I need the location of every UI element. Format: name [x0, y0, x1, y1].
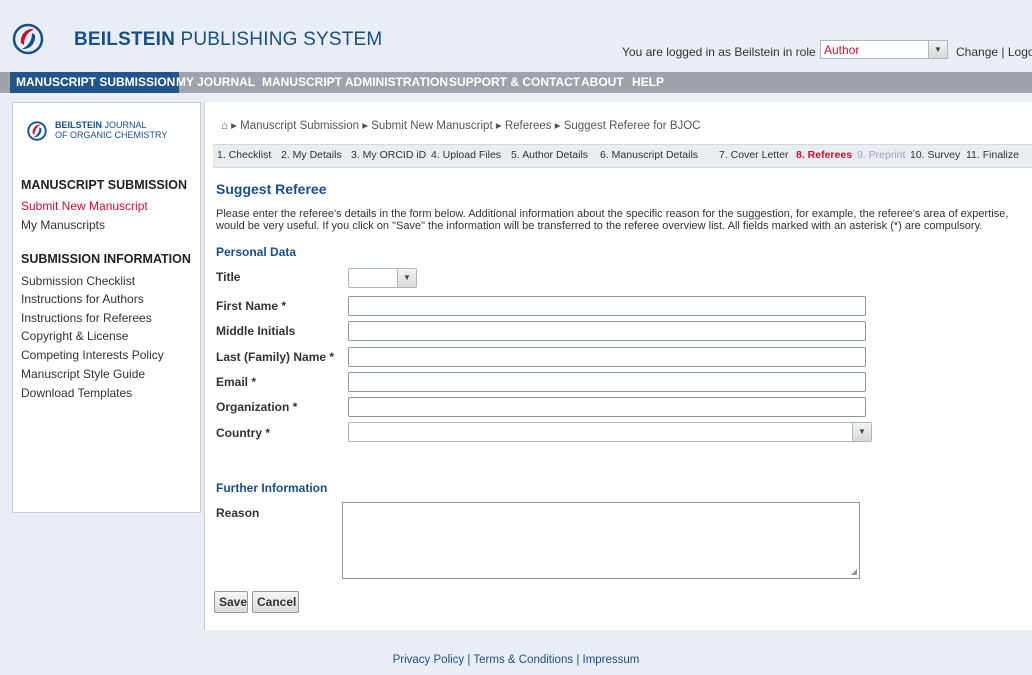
brand-rest: PUBLISHING SYSTEM [175, 29, 383, 50]
cancel-button[interactable]: Cancel [252, 591, 299, 613]
country-select[interactable]: ▼ [348, 422, 872, 442]
reason-label: Reason [216, 506, 260, 520]
login-status: You are logged in as Beilstein in role [622, 45, 816, 59]
breadcrumb-sep: ▸ [495, 120, 502, 132]
nav-support-contact[interactable]: SUPPORT & CONTACT [449, 72, 580, 93]
journal-bold: BEILSTEIN [55, 120, 103, 130]
breadcrumb: ⌂ ▸ Manuscript Submission ▸ Submit New M… [221, 118, 701, 132]
breadcrumb-current: Suggest Referee for BJOC [563, 120, 701, 132]
sidebar-item-competing-interests[interactable]: Competing Interests Policy [21, 348, 164, 362]
step-manuscript-details[interactable]: 6. Manuscript Details [600, 149, 698, 161]
sidebar: BEILSTEIN JOURNAL OF ORGANIC CHEMISTRY M… [12, 102, 201, 513]
sidebar-item-download-templates[interactable]: Download Templates [21, 386, 132, 400]
step-upload-files[interactable]: 4. Upload Files [431, 149, 501, 161]
header: BEILSTEIN PUBLISHING SYSTEM You are logg… [0, 0, 1032, 72]
journal-logo-icon [27, 121, 47, 141]
top-nav: MANUSCRIPT SUBMISSION MY JOURNAL MANUSCR… [0, 72, 1032, 93]
middle-initials-label: Middle Initials [216, 324, 296, 338]
role-select[interactable]: Author ▼ [820, 40, 948, 59]
step-navigation: 1. Checklist 2. My Details 3. My ORCID i… [213, 144, 1032, 168]
chevron-down-icon[interactable]: ▼ [397, 269, 416, 287]
main-content: ⌂ ▸ Manuscript Submission ▸ Submit New M… [204, 102, 1032, 630]
further-information-heading: Further Information [216, 481, 328, 495]
step-cover-letter[interactable]: 7. Cover Letter [719, 149, 788, 161]
step-orcid[interactable]: 3. My ORCID iD [351, 149, 426, 161]
breadcrumb-sep: ▸ [362, 120, 369, 132]
chevron-down-icon[interactable]: ▼ [928, 41, 947, 58]
nav-help[interactable]: HELP [632, 72, 664, 93]
intro-text: Please enter the referee's details in th… [216, 208, 1009, 232]
breadcrumb-sep: ▸ [231, 120, 237, 132]
organization-label: Organization * [216, 400, 298, 414]
personal-data-heading: Personal Data [216, 245, 297, 259]
header-separator: | [1001, 45, 1005, 59]
last-name-label: Last (Family) Name * [216, 350, 335, 364]
impressum-link[interactable]: Impressum [583, 654, 640, 666]
middle-initials-field[interactable] [348, 321, 866, 341]
privacy-policy-link[interactable]: Privacy Policy [393, 654, 465, 666]
nav-about[interactable]: ABOUT [581, 72, 624, 93]
logout-link[interactable]: Logout [1008, 45, 1032, 59]
sidebar-item-submit-new-manuscript[interactable]: Submit New Manuscript [21, 199, 148, 213]
sidebar-item-instructions-authors[interactable]: Instructions for Authors [21, 292, 144, 306]
header-links: Change | Logout [956, 45, 1032, 59]
terms-link[interactable]: Terms & Conditions [473, 654, 573, 666]
step-my-details[interactable]: 2. My Details [281, 149, 342, 161]
save-button[interactable]: Save [214, 591, 248, 613]
brand-bold: BEILSTEIN [74, 29, 176, 50]
step-author-details[interactable]: 5. Author Details [511, 149, 588, 161]
title-label: Title [216, 270, 241, 284]
country-label: Country * [216, 426, 270, 440]
journal-line1-rest: JOURNAL [102, 120, 147, 130]
sidebar-item-instructions-referees[interactable]: Instructions for Referees [21, 311, 152, 325]
resize-grip-icon[interactable]: ◢ [851, 567, 857, 576]
last-name-field[interactable] [348, 347, 866, 367]
breadcrumb-item[interactable]: Manuscript Submission [240, 120, 359, 132]
footer: Privacy Policy | Terms & Conditions | Im… [0, 654, 1032, 666]
role-value: Author [824, 43, 860, 57]
breadcrumb-item[interactable]: Referees [505, 120, 552, 132]
step-referees[interactable]: 8. Referees [796, 149, 852, 161]
footer-separator: | [467, 654, 471, 666]
sidebar-heading-submission: MANUSCRIPT SUBMISSION [21, 178, 187, 192]
beilstein-logo-icon [12, 23, 44, 55]
page-title: Suggest Referee [216, 181, 327, 197]
step-survey[interactable]: 10. Survey [910, 149, 960, 161]
step-checklist[interactable]: 1. Checklist [217, 149, 271, 161]
step-preprint: 9. Preprint [857, 149, 906, 161]
chevron-down-icon[interactable]: ▼ [852, 423, 871, 441]
reason-textarea[interactable]: ◢ [342, 502, 860, 579]
sidebar-item-style-guide[interactable]: Manuscript Style Guide [21, 367, 145, 381]
journal-line2: OF ORGANIC CHEMISTRY [55, 130, 168, 140]
breadcrumb-item[interactable]: Submit New Manuscript [371, 120, 492, 132]
step-finalize[interactable]: 11. Finalize [966, 149, 1019, 161]
title-select[interactable]: ▼ [348, 268, 417, 288]
change-link[interactable]: Change [956, 45, 998, 59]
journal-name[interactable]: BEILSTEIN JOURNAL OF ORGANIC CHEMISTRY [55, 120, 167, 140]
nav-my-journal[interactable]: MY JOURNAL [176, 72, 255, 93]
sidebar-item-my-manuscripts[interactable]: My Manuscripts [21, 218, 105, 232]
footer-separator: | [576, 654, 580, 666]
first-name-label: First Name * [216, 299, 287, 313]
email-field[interactable] [348, 372, 866, 392]
organization-field[interactable] [348, 397, 866, 417]
nav-manuscript-administration[interactable]: MANUSCRIPT ADMINISTRATION [262, 72, 448, 93]
brand-title: BEILSTEIN PUBLISHING SYSTEM [74, 29, 382, 51]
sidebar-heading-info: SUBMISSION INFORMATION [21, 252, 191, 266]
sidebar-item-submission-checklist[interactable]: Submission Checklist [21, 274, 135, 288]
nav-manuscript-submission[interactable]: MANUSCRIPT SUBMISSION [10, 72, 180, 93]
home-icon[interactable]: ⌂ [221, 120, 228, 132]
email-label: Email * [216, 375, 257, 389]
breadcrumb-sep: ▸ [554, 120, 561, 132]
sidebar-item-copyright-license[interactable]: Copyright & License [21, 329, 128, 343]
first-name-field[interactable] [348, 296, 866, 316]
